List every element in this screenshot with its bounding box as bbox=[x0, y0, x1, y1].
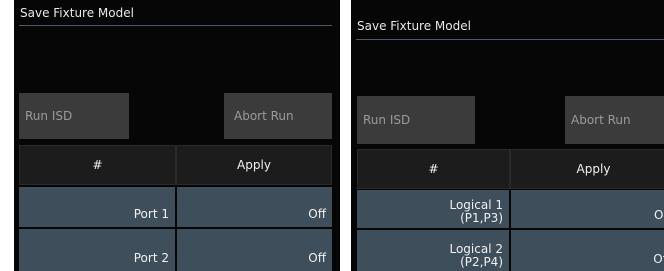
abort-run-button[interactable]: Abort Run bbox=[224, 93, 332, 139]
table-row-port-name[interactable]: Port 1 bbox=[19, 187, 175, 227]
table-row-logical-name[interactable]: Logical 2 (P2,P4) bbox=[357, 230, 509, 271]
abort-run-button[interactable]: Abort Run bbox=[565, 96, 664, 144]
table-row-apply-toggle[interactable]: Off bbox=[511, 230, 664, 271]
run-isd-button[interactable]: Run ISD bbox=[19, 93, 129, 139]
title-divider bbox=[19, 25, 332, 26]
table-row-logical-name[interactable]: Logical 1 (P1,P3) bbox=[357, 190, 509, 228]
logical-name-line2: (P2,P4) bbox=[460, 255, 503, 269]
table-row-port-name[interactable]: Port 2 bbox=[19, 229, 175, 271]
column-header-apply: Apply bbox=[510, 149, 664, 189]
column-header-number: # bbox=[357, 149, 510, 189]
table-row-apply-toggle[interactable]: On bbox=[511, 190, 664, 228]
table-row-apply-toggle[interactable]: Off bbox=[177, 229, 332, 271]
panel-title: Save Fixture Model bbox=[20, 6, 134, 20]
run-isd-button[interactable]: Run ISD bbox=[357, 96, 475, 144]
logical-name-line2: (P1,P3) bbox=[460, 211, 503, 225]
column-header-apply: Apply bbox=[176, 145, 332, 185]
column-header-number: # bbox=[19, 145, 176, 185]
table-row-apply-toggle[interactable]: Off bbox=[177, 187, 332, 227]
isd-panel-left: Save Fixture Model Run ISD Abort Run # A… bbox=[14, 0, 340, 271]
title-divider bbox=[356, 39, 664, 40]
isd-panel-right: Save Fixture Model Run ISD Abort Run # A… bbox=[351, 0, 664, 271]
panel-title: Save Fixture Model bbox=[357, 19, 471, 33]
